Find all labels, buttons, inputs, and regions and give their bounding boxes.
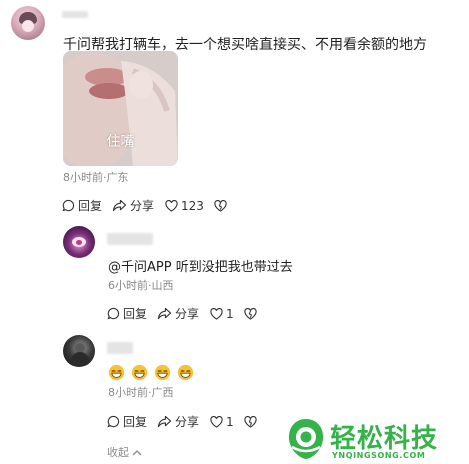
share-arrow-icon: [157, 415, 172, 428]
like-button[interactable]: 1: [210, 307, 234, 321]
broken-heart-icon: [244, 307, 257, 320]
share-label: 分享: [175, 415, 200, 429]
watermark-url: YNQINGSONG.COM: [332, 451, 426, 460]
share-button[interactable]: 分享: [157, 413, 199, 430]
chat-bubble-icon: [107, 307, 120, 320]
comment-meta: 8小时前·广东: [63, 171, 129, 184]
dislike-button[interactable]: [244, 307, 257, 320]
avatar-user-3[interactable]: [63, 335, 95, 367]
watermark-title: 轻松科技: [330, 424, 439, 454]
like-count: 1: [226, 306, 234, 321]
collapse-label: 收起: [107, 446, 129, 459]
grin-emoji-icon: [131, 364, 148, 381]
reply-button[interactable]: 回复: [62, 197, 102, 214]
share-button[interactable]: 分享: [112, 197, 154, 214]
share-arrow-icon: [157, 307, 172, 320]
reply-button[interactable]: 回复: [107, 413, 147, 430]
dislike-button[interactable]: [214, 199, 227, 212]
share-button[interactable]: 分享: [157, 305, 199, 322]
like-count: 123: [181, 198, 204, 213]
heart-icon: [210, 415, 223, 428]
reply-label: 回复: [123, 307, 148, 321]
emoji-row: [108, 364, 194, 381]
chevron-up-icon: [132, 449, 142, 455]
username-blurred[interactable]: [107, 342, 133, 354]
watermark-logo-icon: [288, 419, 324, 459]
username-blurred[interactable]: [107, 233, 153, 245]
like-button[interactable]: 123: [165, 199, 204, 213]
avatar-user-2[interactable]: [63, 226, 95, 258]
reply-meta: 8小时前·广西: [108, 386, 174, 399]
broken-heart-icon: [244, 415, 257, 428]
reply-actions: 回复 分享 1: [107, 305, 257, 322]
image-caption: 住嘴: [106, 134, 135, 150]
avatar-user-1[interactable]: [11, 6, 45, 40]
like-count: 1: [226, 414, 234, 429]
grin-emoji-icon: [108, 364, 125, 381]
comment-image[interactable]: 住嘴: [63, 51, 178, 166]
comment-actions: 回复 分享 123: [62, 197, 227, 214]
reply-text: @千问APP 听到没把我也带过去: [108, 260, 293, 275]
reply-meta: 6小时前·山西: [108, 279, 174, 292]
reply-button[interactable]: 回复: [107, 305, 147, 322]
dislike-button[interactable]: [244, 415, 257, 428]
grin-emoji-icon: [154, 364, 171, 381]
share-label: 分享: [130, 199, 155, 213]
like-button[interactable]: 1: [210, 415, 234, 429]
chat-bubble-icon: [107, 415, 120, 428]
site-watermark: 轻松科技 YNQINGSONG.COM: [284, 414, 469, 464]
heart-icon: [165, 199, 178, 212]
reply-actions: 回复 分享 1: [107, 413, 257, 430]
collapse-replies-button[interactable]: 收起: [107, 444, 142, 460]
broken-heart-icon: [214, 199, 227, 212]
reply-label: 回复: [78, 199, 103, 213]
share-arrow-icon: [112, 199, 127, 212]
chat-bubble-icon: [62, 199, 75, 212]
heart-icon: [210, 307, 223, 320]
grin-emoji-icon: [177, 364, 194, 381]
share-label: 分享: [175, 307, 200, 321]
username-blurred[interactable]: [62, 11, 88, 18]
reply-label: 回复: [123, 415, 148, 429]
